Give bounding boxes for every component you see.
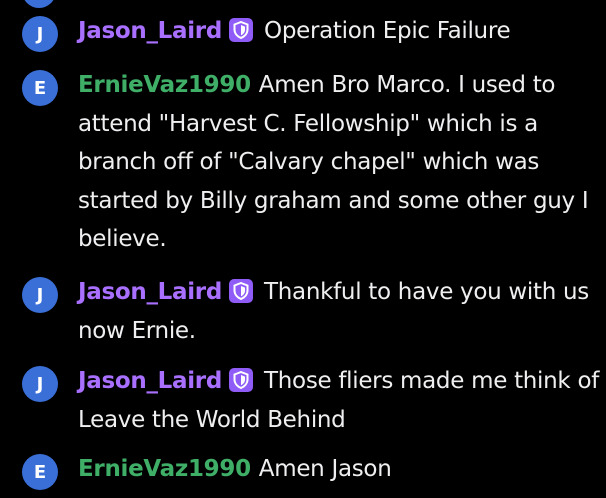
message-body: Jason_Laird Operation Epic Failure [78, 12, 604, 51]
avatar[interactable]: J [22, 366, 58, 402]
username[interactable]: ErnieVaz1990 [78, 456, 251, 482]
message-body: ErnieVaz1990 Amen Bro Marco. I used to at… [78, 66, 604, 259]
shield-icon [233, 371, 249, 389]
avatar-letter: J [36, 284, 44, 306]
message-body: ErnieVaz1990 Amen Jason [78, 450, 604, 489]
avatar[interactable]: E [22, 454, 58, 490]
avatar-letter: J [36, 373, 44, 395]
moderator-badge[interactable] [229, 368, 254, 392]
avatar[interactable]: J [22, 16, 58, 52]
username[interactable]: Jason_Laird [78, 279, 222, 305]
shield-icon [233, 21, 249, 39]
username[interactable]: ErnieVaz1990 [78, 72, 251, 98]
shield-icon [233, 282, 249, 300]
username[interactable]: Jason_Laird [78, 18, 222, 44]
moderator-badge[interactable] [229, 18, 254, 42]
message-body: Jason_Laird Those fliers made me think of… [78, 362, 604, 439]
message-text: Operation Epic Failure [264, 18, 511, 44]
message-body: Jason_Laird Thankful to have you with us … [78, 273, 604, 350]
chat-feed: J Jason_Laird Operation Epic Failure E Er… [0, 0, 606, 498]
avatar-letter: J [36, 23, 44, 45]
moderator-badge[interactable] [229, 279, 254, 303]
avatar-letter: E [33, 77, 47, 99]
avatar[interactable]: J [22, 277, 58, 313]
avatar[interactable] [22, 0, 56, 8]
message-text: Amen Bro Marco. I used to attend "Harves… [78, 72, 589, 252]
avatar-letter: E [33, 461, 47, 483]
message-text: Amen Jason [258, 456, 392, 482]
username[interactable]: Jason_Laird [78, 368, 222, 394]
avatar[interactable]: E [22, 70, 58, 106]
